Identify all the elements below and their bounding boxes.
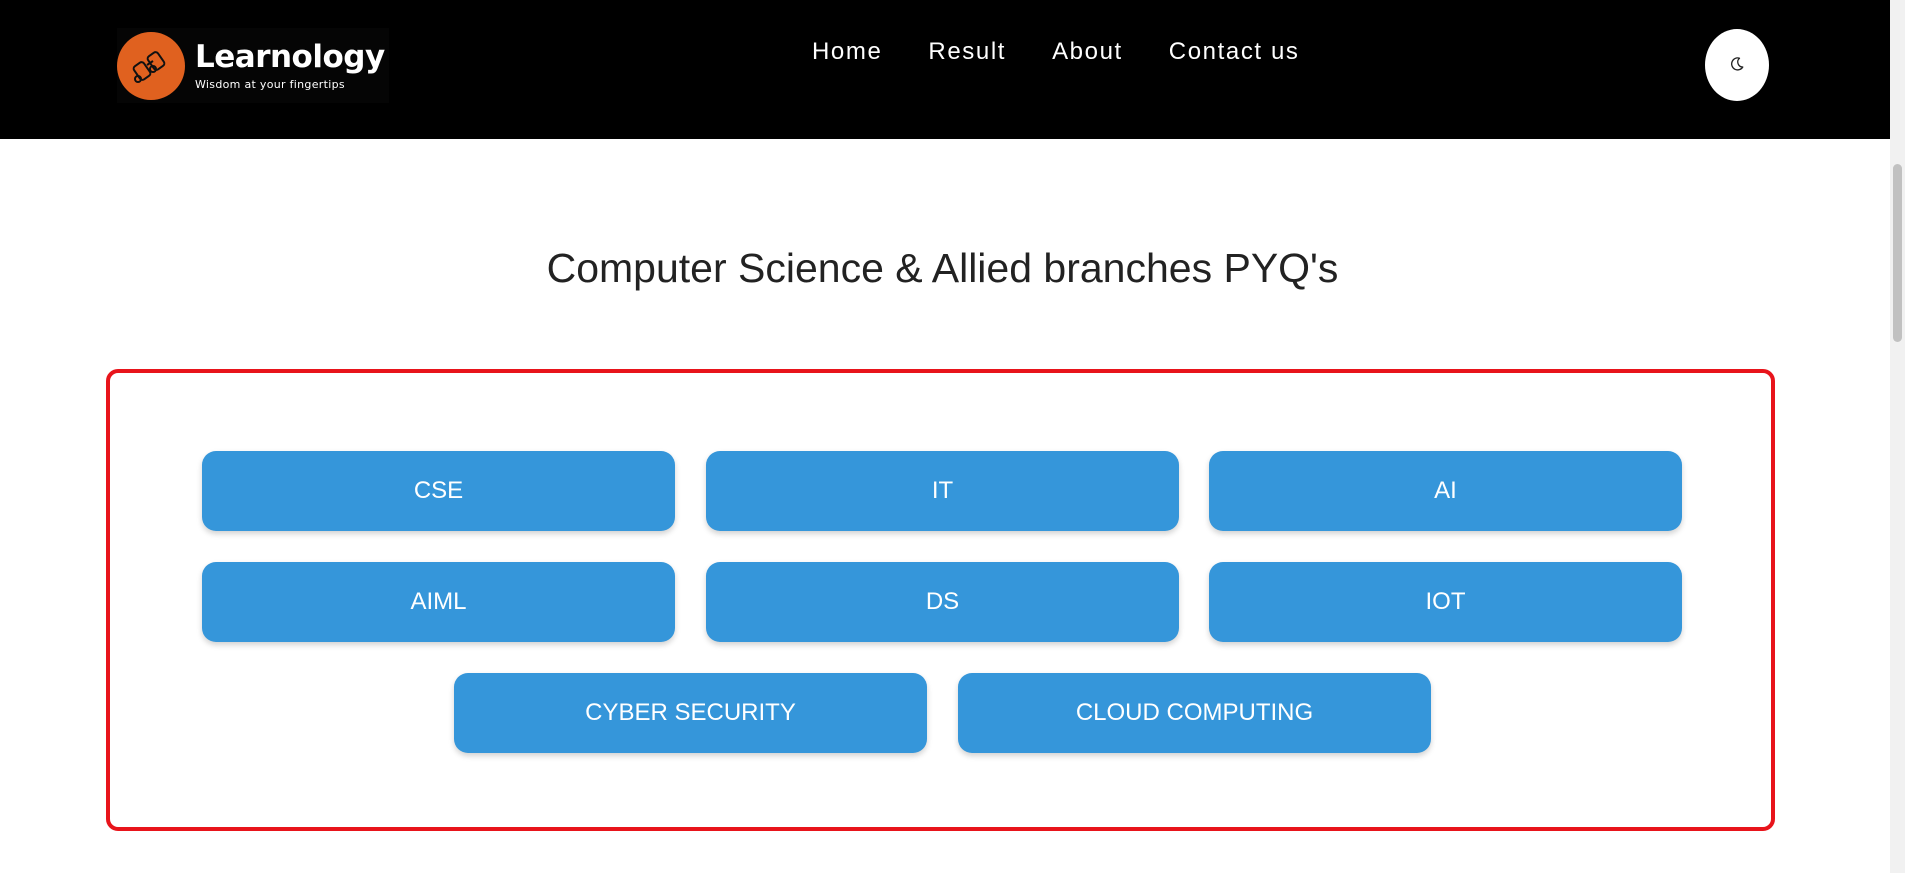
main-nav: Home Result About Contact us [812,36,1300,68]
brand-text: Learnology Wisdom at your fingertips [195,39,385,93]
nav-result-link[interactable]: Result [928,36,1006,68]
nav-about-link[interactable]: About [1052,36,1123,68]
brand-tagline: Wisdom at your fingertips [195,77,345,91]
branch-button-ds[interactable]: DS [706,562,1179,642]
page-title: Computer Science & Allied branches PYQ's [546,245,1339,291]
nav-home-link[interactable]: Home [812,36,882,68]
branch-button-it[interactable]: IT [706,451,1179,531]
branch-button-aiml[interactable]: AIML [202,562,675,642]
nav-contact-link[interactable]: Contact us [1169,36,1300,68]
page: Learnology Wisdom at your fingertips Hom… [0,0,1905,873]
branch-button-cyber-security[interactable]: CYBER SECURITY [454,673,927,753]
binoculars-icon [117,31,185,100]
moon-icon [1729,56,1745,75]
branch-button-iot[interactable]: IOT [1209,562,1682,642]
navbar: Learnology Wisdom at your fingertips Hom… [0,0,1890,139]
theme-toggle-button[interactable] [1705,29,1769,101]
brand-logo[interactable]: Learnology Wisdom at your fingertips [117,28,389,103]
branch-button-ai[interactable]: AI [1209,451,1682,531]
branch-button-cse[interactable]: CSE [202,451,675,531]
scrollbar-thumb[interactable] [1893,164,1902,342]
vertical-scrollbar[interactable] [1890,0,1905,873]
brand-name: Learnology [195,38,385,75]
branch-button-cloud-computing[interactable]: CLOUD COMPUTING [958,673,1431,753]
